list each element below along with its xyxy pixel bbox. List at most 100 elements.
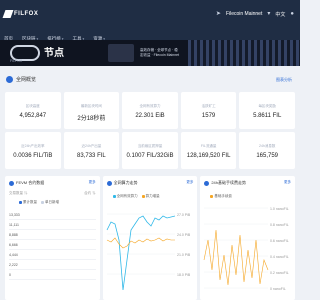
legend-swatch [41,201,44,204]
header-actions: ➤ Filecoin Mainnet ▾ 中文 ● [216,10,294,18]
stat-card[interactable]: 每区块奖励 5.8611 FIL [239,92,295,129]
stat-label: 每区块奖励 [258,104,276,108]
stat-value: 165,759 [256,153,279,159]
gas-legend: 基础手续费 [210,194,232,199]
top-header: FILFOX ➤ Filecoin Mainnet ▾ 中文 ● [0,0,300,32]
overview-icon [6,76,13,83]
panel-title: 全网算力走势 [113,180,138,185]
fevm-icon [9,180,14,186]
y-tick-label: 0.8 nanoFIL [270,223,289,227]
power-line [106,215,175,291]
chart-analysis-link[interactable]: 图表分析 [276,77,292,83]
gas-icon [204,180,210,186]
legend-swatch [210,195,214,198]
network-selector[interactable]: Filecoin Mainnet [226,11,262,17]
stat-card[interactable]: 全网有效算力 22.301 EiB [122,92,178,129]
legend-swatch [112,195,116,198]
power-chart[interactable]: 27.0 PiB 24.0 PiB 21.0 PiB 18.0 PiB [103,200,197,300]
stat-label: 近24h产出效率 [21,144,45,148]
logo-text: FILFOX [14,11,39,17]
gas-chart[interactable]: 1.0 nanoFIL 0.8 nanoFIL 0.6 nanoFIL 0.4 … [200,200,294,300]
stat-card[interactable]: 24h消息数 165,759 [239,132,295,169]
stat-card[interactable]: 近24h产出效率 0.0036 FIL/TiB [5,132,61,169]
filfox-logo[interactable]: FILFOX [2,10,39,18]
y-tick-label: 0 nanoFIL [270,287,286,291]
panel-title: FEVM 合约数据 [16,180,45,185]
gas-panel: 24h基础手续费走势 更多 基础手续费 1.0 nanoFIL 0.8 nano… [200,176,295,300]
stat-card[interactable]: 当前扇区质押量 0.1007 FIL/32GiB [122,132,178,169]
table-header: 交易数量 ⇅ 合约 ⇅ [9,191,96,196]
stat-value: 5.8611 FIL [253,113,282,119]
power-legend: 全网有效算力 算力增量 [112,194,160,199]
y-tick-label: 27.0 PiB [177,213,191,217]
panel-more-link[interactable]: 更多 [186,180,193,185]
legend-item[interactable]: 算力增量 [141,194,160,199]
y-tick-label: 18.0 PiB [177,273,191,277]
y-tick-label: 0.2 nanoFIL [270,271,289,275]
stat-card[interactable]: FIL流通量 128,169,520 FIL [180,132,237,169]
y-tick-label: 0.4 nanoFIL [270,255,289,259]
gas-fee-line [204,229,269,286]
stat-value: 4,952,847 [19,113,47,119]
list-item: 6,666 [9,240,96,250]
legend-item[interactable]: 全网有效算力 [112,194,138,199]
list-item: 13,333 [9,210,96,220]
stat-value: 22.301 EiB [135,113,165,119]
send-icon[interactable]: ➤ [216,10,221,18]
stat-label: 近24h产出量 [81,144,102,148]
legend-item[interactable]: 累计数量 [19,200,37,205]
stat-label: FIL流通量 [200,144,217,148]
banner-stripes [188,40,300,66]
legend-swatch [19,201,22,204]
user-icon[interactable]: ● [290,10,294,18]
legend-item[interactable]: 单日新增 [41,200,59,205]
stat-label: 区块高度 [25,104,40,108]
banner-graphic [108,44,134,62]
list-item: 2,222 [9,260,96,270]
logo-mark-icon [2,10,14,18]
stat-value: 0.1007 FIL/32GiB [126,153,174,159]
list-item: 8,888 [9,230,96,240]
banner-sub: FILFOX [10,59,23,63]
banner-title: 节点 [44,48,64,59]
stat-value: 2分18秒前 [77,116,106,122]
legend-item[interactable]: 基础手续费 [210,194,232,199]
y-tick-label: 1.0 nanoFIL [270,207,289,211]
power-icon [106,180,112,186]
stat-label: 活跃矿工 [201,104,216,108]
language-selector[interactable]: 中文 [275,11,285,18]
stat-value: 83,733 FIL [77,153,106,159]
stat-value: 1579 [201,113,216,119]
stat-label: 全网有效算力 [139,104,161,108]
legend-swatch [141,195,145,198]
panel-title: 24h基础手续费走势 [211,180,247,185]
column-header[interactable]: 合约 ⇅ [84,191,95,196]
y-tick-label: 24.0 PiB [177,233,191,237]
chart-panels: FEVM 合约数据 更多 交易数量 ⇅ 合约 ⇅ 累计数量 单日新增 13,33… [5,176,295,300]
stat-value: 0.0036 FIL/TiB [13,153,53,159]
y-tick-label: 0.6 nanoFIL [270,239,289,243]
stat-card[interactable]: 活跃矿工 1579 [180,92,237,129]
stat-label: 当前扇区质押量 [137,144,163,148]
stat-label: 最新区块时间 [80,104,102,108]
panel-header: 全网算力走势 [106,180,138,186]
y-tick-label: 21.0 PiB [177,253,191,257]
banner-text: 高效存储 · 全球节点 · 稳定收益 · Filecoin Mainnet [140,48,180,57]
stat-card[interactable]: 最新区块时间 2分18秒前 [63,92,120,129]
list-item: 11,111 [9,220,96,230]
stat-card[interactable]: 区块高度 4,952,847 [5,92,61,129]
panel-header: FEVM 合约数据 [9,180,44,186]
stat-value: 128,169,520 FIL [186,153,231,159]
stat-label: 24h消息数 [259,144,276,148]
stats-grid: 区块高度 4,952,847 最新区块时间 2分18秒前 全网有效算力 22.301 … [5,92,295,169]
panel-header: 24h基础手续费走势 [204,180,246,186]
fevm-rows: 13,333 11,111 8,888 6,666 4,444 2,222 0 [9,210,96,280]
panel-more-link[interactable]: 更多 [284,180,291,185]
power-growth-line [106,237,175,249]
list-item: 0 [9,270,96,280]
overview-title: 全网概览 [16,77,37,83]
stat-card[interactable]: 近24h产出量 83,733 FIL [63,132,120,169]
panel-more-link[interactable]: 更多 [89,180,96,185]
column-header[interactable]: 交易数量 ⇅ [9,191,27,196]
ad-banner[interactable]: 节点 高效存储 · 全球节点 · 稳定收益 · Filecoin Mainnet… [0,40,300,66]
